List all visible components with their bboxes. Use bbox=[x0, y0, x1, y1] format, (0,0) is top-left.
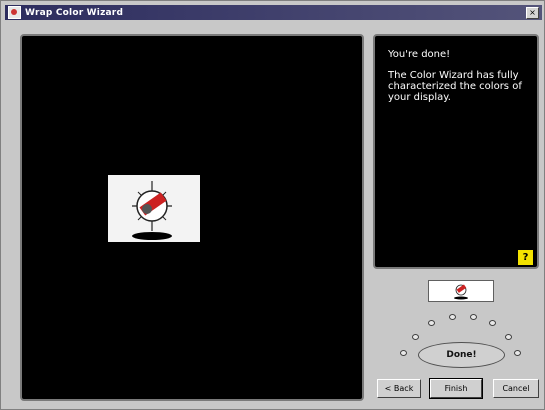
done-indicator: Done! bbox=[418, 342, 505, 368]
progress-step bbox=[428, 320, 435, 326]
color-wizard-logo-icon bbox=[132, 181, 172, 240]
cancel-button[interactable]: Cancel bbox=[493, 379, 539, 398]
title-bar[interactable]: Wrap Color Wizard × bbox=[5, 5, 542, 20]
progress-step bbox=[514, 350, 521, 356]
finish-button[interactable]: Finish bbox=[429, 378, 483, 399]
app-icon bbox=[8, 6, 21, 19]
progress-step bbox=[412, 334, 419, 340]
preview-thumbnail bbox=[428, 280, 494, 302]
help-button[interactable]: ? bbox=[518, 250, 533, 265]
back-button[interactable]: < Back bbox=[377, 379, 421, 398]
wizard-window: Wrap Color Wizard × You're done! The Col… bbox=[0, 0, 545, 410]
done-heading: You're done! bbox=[388, 49, 451, 60]
progress-step bbox=[449, 314, 456, 320]
window-title: Wrap Color Wizard bbox=[25, 7, 124, 18]
progress-step bbox=[505, 334, 512, 340]
done-message: The Color Wizard has fully characterized… bbox=[388, 70, 522, 103]
progress-step bbox=[400, 350, 407, 356]
progress-step bbox=[489, 320, 496, 326]
close-button[interactable]: × bbox=[526, 7, 539, 19]
preview-image bbox=[108, 175, 200, 242]
color-wizard-logo-small-icon bbox=[454, 284, 468, 300]
info-panel: You're done! The Color Wizard has fully … bbox=[373, 34, 539, 269]
progress-step bbox=[470, 314, 477, 320]
